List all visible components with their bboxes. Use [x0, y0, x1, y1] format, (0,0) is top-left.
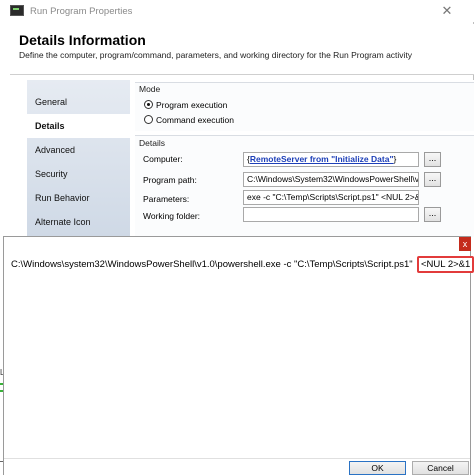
sidebar-item-run-behavior[interactable]: Run Behavior	[27, 186, 130, 210]
command-text: C:\Windows\system32\WindowsPowerShell\v1…	[11, 259, 413, 270]
program-path-field[interactable]: C:\Windows\System32\WindowsPowerShell\v1…	[243, 172, 419, 187]
program-path-label: Program path:	[143, 175, 197, 185]
command-execution-radio[interactable]	[144, 115, 153, 124]
cancel-button[interactable]: Cancel	[412, 461, 469, 475]
sidebar-item-alternate-icon[interactable]: Alternate Icon	[27, 210, 130, 234]
command-preview-popup: x C:\Windows\system32\WindowsPowerShell\…	[3, 236, 474, 476]
computer-variable-link[interactable]: RemoteServer from "Initialize Data"	[250, 154, 394, 164]
details-content: Mode Program execution Command execution…	[130, 80, 474, 237]
mode-group-label: Mode	[139, 84, 161, 94]
computer-browse-button[interactable]: ...	[424, 152, 441, 167]
title-bar: Run Program Properties ✕	[0, 0, 474, 22]
properties-sidebar: General Details Advanced Security Run Be…	[27, 80, 130, 236]
close-icon[interactable]: x	[459, 237, 471, 251]
page-description: Define the computer, program/command, pa…	[19, 50, 413, 60]
computer-close-brace: }	[393, 154, 397, 164]
details-header: Details Information Define the computer,…	[10, 24, 474, 75]
highlighted-redirection: <NUL 2>&1	[417, 256, 474, 273]
program-execution-label[interactable]: Program execution	[156, 100, 227, 110]
sidebar-item-details[interactable]: Details	[27, 114, 130, 138]
popup-title-bar	[4, 237, 470, 252]
parameters-label: Parameters:	[143, 194, 190, 204]
close-icon[interactable]: ✕	[438, 3, 456, 19]
working-folder-label: Working folder:	[143, 211, 201, 221]
computer-field[interactable]: {RemoteServer from "Initialize Data"}	[243, 152, 419, 167]
ok-button[interactable]: OK	[349, 461, 406, 475]
page-title: Details Information	[19, 32, 146, 48]
popup-footer: OK Cancel	[4, 458, 470, 476]
sidebar-item-advanced[interactable]: Advanced	[27, 138, 130, 162]
console-icon	[10, 5, 24, 16]
computer-label: Computer:	[143, 154, 183, 164]
program-path-browse-button[interactable]: ...	[424, 172, 441, 187]
details-group-label: Details	[139, 138, 165, 148]
sidebar-item-security[interactable]: Security	[27, 162, 130, 186]
run-program-properties-window: Run Program Properties ✕ Details Informa…	[0, 0, 474, 237]
command-execution-label[interactable]: Command execution	[156, 115, 234, 125]
program-execution-radio[interactable]	[144, 100, 153, 109]
sidebar-item-general[interactable]: General	[27, 90, 130, 114]
window-title: Run Program Properties	[30, 6, 133, 17]
working-folder-browse-button[interactable]: ...	[424, 207, 441, 222]
working-folder-field[interactable]	[243, 207, 419, 222]
parameters-field[interactable]: exe -c "C:\Temp\Scripts\Script.ps1" <NUL…	[243, 190, 419, 205]
